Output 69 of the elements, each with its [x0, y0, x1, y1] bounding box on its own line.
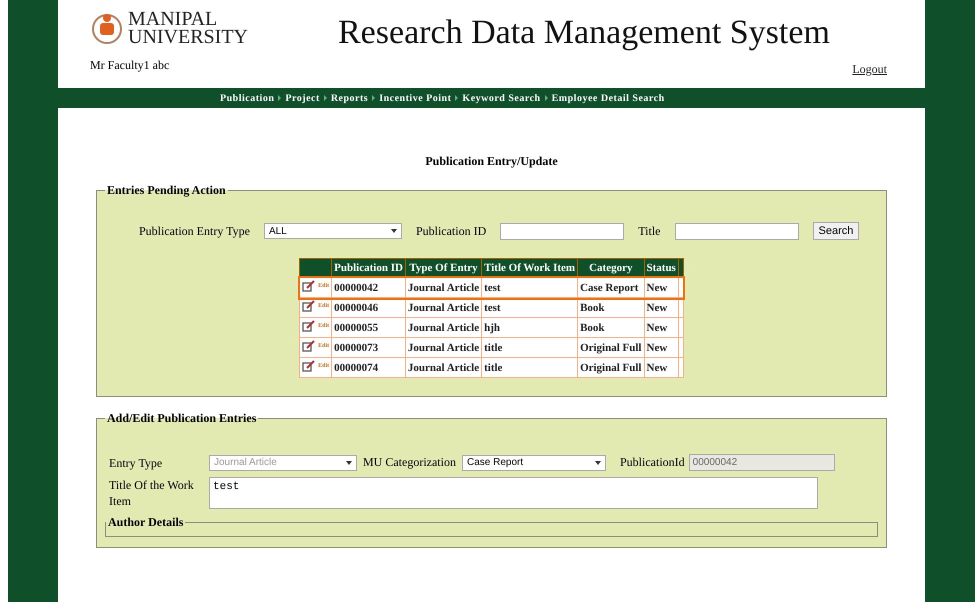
- entry-type-select[interactable]: ALL: [264, 223, 402, 239]
- table-cell: Case Report: [578, 278, 644, 298]
- edit-icon[interactable]: [302, 280, 316, 292]
- dropdown-caret-icon: [390, 229, 397, 233]
- table-cell: Journal Article: [405, 338, 482, 358]
- publication-id-field[interactable]: [500, 222, 624, 240]
- table-cell: test: [482, 278, 578, 298]
- nav-link[interactable]: Employee Detail Search: [552, 92, 665, 104]
- table-cell: New: [644, 358, 678, 378]
- logo-text: MANIPAL: [128, 10, 218, 28]
- field-label: Entry Type: [109, 454, 164, 470]
- page-title: Publication Entry/Update: [424, 154, 559, 169]
- app-title: Research Data Management System: [338, 14, 830, 52]
- nav-link[interactable]: Reports: [330, 92, 368, 104]
- nav-link[interactable]: Project: [285, 92, 320, 104]
- panel-legend: Entries Pending Action: [105, 183, 228, 198]
- field-label: Title: [638, 224, 661, 238]
- column-header: Category: [578, 258, 644, 278]
- table-cell: Journal Article: [405, 298, 482, 318]
- column-header: Type Of Entry: [405, 258, 482, 278]
- panel-legend: Author Details: [106, 515, 186, 530]
- edit-icon[interactable]: [302, 340, 316, 352]
- table-cell: New: [644, 318, 678, 338]
- edit-icon[interactable]: [302, 300, 316, 312]
- mu-categorization-select[interactable]: Case Report: [462, 454, 606, 470]
- table-cell: Journal Article: [405, 278, 482, 298]
- table-cell: 00000042: [332, 278, 406, 298]
- edit-icon[interactable]: [302, 320, 316, 332]
- table-cell: Original Full: [578, 338, 644, 358]
- column-header: Publication ID: [332, 258, 406, 278]
- field-label: MU Categorization: [363, 455, 456, 470]
- dropdown-caret-icon: [594, 460, 601, 464]
- table-cell: New: [644, 298, 678, 318]
- table-cell: title: [482, 358, 578, 378]
- table-cell: 00000046: [332, 298, 406, 318]
- table-cell: Journal Article: [405, 318, 482, 338]
- column-header: Status: [644, 258, 678, 278]
- search-button[interactable]: Search: [812, 222, 860, 240]
- nav-link[interactable]: Keyword Search: [462, 92, 541, 104]
- table-cell: hjh: [482, 318, 578, 338]
- column-header: Title Of Work Item: [482, 258, 578, 278]
- title-field[interactable]: [674, 222, 799, 240]
- table-cell: Journal Article: [405, 358, 482, 378]
- table-cell: title: [482, 338, 578, 358]
- field-label: Publication ID: [416, 224, 486, 238]
- nav-link[interactable]: Incentive Point: [379, 92, 452, 104]
- table-cell: 00000055: [332, 318, 406, 338]
- dropdown-caret-icon: [346, 460, 352, 464]
- table-cell: Original Full: [578, 358, 644, 378]
- user-name: Mr Faculty1 abc: [90, 58, 170, 73]
- publication-id-field[interactable]: 00000042: [688, 454, 835, 471]
- table-cell: New: [644, 278, 678, 298]
- field-label: Title Of the Work Item: [109, 477, 195, 509]
- panel-legend: Add/Edit Publication Entries: [105, 411, 258, 426]
- table-cell: test: [482, 298, 578, 318]
- title-text-area[interactable]: test: [209, 477, 818, 509]
- table-cell: Book: [578, 298, 644, 318]
- nav-link[interactable]: Publication: [220, 92, 274, 104]
- column-header: [300, 258, 332, 278]
- table-cell: 00000074: [332, 358, 406, 378]
- field-label: Publication Entry Type: [139, 224, 250, 238]
- table-cell: Book: [578, 318, 644, 338]
- table-cell: 00000073: [332, 338, 406, 358]
- logo-text: UNIVERSITY: [128, 28, 248, 46]
- edit-icon[interactable]: [302, 360, 316, 372]
- university-emblem-icon: [90, 11, 124, 45]
- field-label: PublicationId: [620, 455, 685, 470]
- table-cell: New: [644, 338, 678, 358]
- logout-link[interactable]: Logout: [852, 62, 887, 77]
